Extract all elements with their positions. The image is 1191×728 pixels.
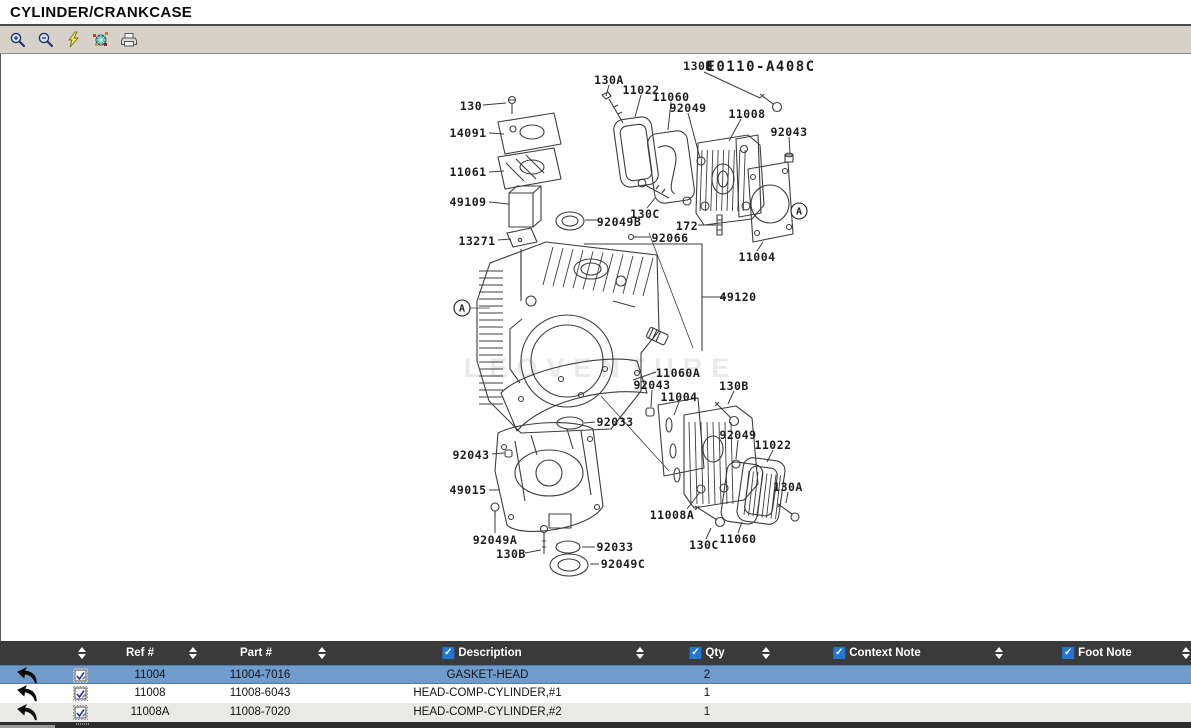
ref-number: 11008 — [100, 684, 200, 703]
undo-icon[interactable] — [15, 685, 41, 702]
quantity: 1 — [670, 684, 744, 703]
context-note — [800, 703, 954, 722]
column-header-description: ✓ Description — [442, 641, 521, 665]
table-row[interactable]: 11008 11008-6043 HEAD-COMP-CYLINDER,#1 1 — [0, 684, 1191, 703]
sort-button[interactable] — [78, 647, 86, 659]
column-label: Foot Note — [1078, 647, 1132, 659]
column-header-qty: ✓ Qty — [689, 641, 724, 665]
sort-button[interactable] — [318, 647, 326, 659]
callout-letter: A — [459, 304, 465, 315]
part-label-130C[interactable]: 130C — [689, 538, 719, 552]
undo-icon[interactable] — [15, 667, 41, 684]
column-label: Ref # — [126, 647, 154, 659]
undo-icon[interactable] — [15, 704, 41, 721]
zoom-in-icon[interactable] — [7, 30, 27, 50]
foot-note — [1020, 684, 1174, 703]
part-label-92043[interactable]: 92043 — [770, 125, 807, 139]
part-label-11022[interactable]: 11022 — [754, 438, 791, 452]
part-label-130[interactable]: 130 — [460, 99, 482, 113]
part-label-11008[interactable]: 11008 — [728, 107, 765, 121]
quantity: 1 — [670, 703, 744, 722]
part-label-92049[interactable]: 92049 — [719, 428, 756, 442]
part-label-92033[interactable]: 92033 — [596, 415, 633, 429]
column-label: Description — [458, 647, 521, 659]
callout-letter: A — [796, 207, 802, 218]
diagram-toolbar — [0, 26, 1191, 54]
description: GASKET-HEAD — [380, 666, 595, 685]
part-label-11061[interactable]: 11061 — [449, 165, 486, 179]
parts-table-header: Ref # Part # ✓ Description ✓ Qty ✓ Context Note… — [0, 641, 1191, 665]
sort-button[interactable] — [189, 647, 197, 659]
title-bar: CYLINDER/CRANKCASE — [0, 0, 1191, 26]
description: HEAD-COMP-CYLINDER,#2 — [380, 703, 595, 722]
sort-button[interactable] — [995, 647, 1003, 659]
select-part-icon[interactable] — [73, 686, 89, 701]
foot-note — [1020, 703, 1174, 722]
column-checkbox[interactable]: ✓ — [1062, 647, 1074, 659]
part-number: 11008-6043 — [205, 684, 315, 703]
part-label-92043[interactable]: 92043 — [452, 448, 489, 462]
column-header-ref-: Ref # — [126, 641, 154, 665]
part-number: 11004-7016 — [205, 666, 315, 685]
part-label-130A[interactable]: 130A — [594, 73, 624, 87]
column-label: Qty — [705, 647, 724, 659]
page-title: CYLINDER/CRANKCASE — [10, 4, 192, 21]
quantity: 2 — [670, 666, 744, 685]
part-label-130B[interactable]: 130B — [496, 547, 526, 561]
column-checkbox[interactable]: ✓ — [689, 647, 701, 659]
ref-number: 11008A — [100, 703, 200, 722]
select-part-icon[interactable] — [73, 705, 89, 720]
column-checkbox[interactable]: ✓ — [833, 647, 845, 659]
table-row[interactable]: 11004 11004-7016 GASKET-HEAD 2 — [0, 665, 1191, 684]
part-label-11060[interactable]: 11060 — [719, 532, 756, 546]
part-label-49109[interactable]: 49109 — [449, 195, 486, 209]
part-label-92033[interactable]: 92033 — [596, 540, 633, 554]
part-label-49015[interactable]: 49015 — [449, 483, 486, 497]
column-header-part-: Part # — [240, 641, 272, 665]
sort-button[interactable] — [762, 647, 770, 659]
description: HEAD-COMP-CYLINDER,#1 — [380, 684, 595, 703]
partial-next-row — [0, 722, 1191, 728]
print-icon[interactable] — [119, 30, 139, 50]
flash-redraw-icon[interactable] — [63, 30, 83, 50]
column-header-context-note: ✓ Context Note — [833, 641, 921, 665]
part-label-130B[interactable]: 130B — [719, 379, 749, 393]
sort-button[interactable] — [636, 647, 644, 659]
zoom-out-icon[interactable] — [35, 30, 55, 50]
select-part-icon[interactable] — [73, 668, 89, 683]
column-header-foot-note: ✓ Foot Note — [1062, 641, 1132, 665]
parts-table: Ref # Part # ✓ Description ✓ Qty ✓ Context Note… — [0, 641, 1191, 728]
hotspot-map-icon[interactable] — [91, 30, 111, 50]
part-label-92049C[interactable]: 92049C — [601, 557, 646, 571]
part-label-130C[interactable]: 130C — [630, 207, 660, 221]
exploded-parts-diagram: LEOVENTURE — [1, 54, 1191, 641]
part-label-E0110-A408C: E0110-A408C — [706, 59, 815, 75]
part-label-130A[interactable]: 130A — [773, 480, 803, 494]
ref-number: 11004 — [100, 666, 200, 685]
part-label-92049[interactable]: 92049 — [669, 101, 706, 115]
part-label-11008A[interactable]: 11008A — [650, 508, 695, 522]
part-label-11004[interactable]: 11004 — [738, 250, 775, 264]
part-label-14091[interactable]: 14091 — [449, 126, 486, 140]
column-label: Part # — [240, 647, 272, 659]
column-checkbox[interactable]: ✓ — [442, 647, 454, 659]
sort-button[interactable] — [1182, 647, 1190, 659]
foot-note — [1020, 666, 1174, 685]
part-label-13271[interactable]: 13271 — [458, 234, 495, 248]
column-label: Context Note — [849, 647, 921, 659]
diagram-canvas: LEOVENTURE — [0, 54, 1191, 641]
part-label-49120[interactable]: 49120 — [719, 290, 756, 304]
table-row[interactable]: 11008A 11008-7020 HEAD-COMP-CYLINDER,#2 1 — [0, 703, 1191, 722]
context-note — [800, 684, 954, 703]
part-number: 11008-7020 — [205, 703, 315, 722]
context-note — [800, 666, 954, 685]
part-label-92066[interactable]: 92066 — [651, 231, 688, 245]
part-label-92049A[interactable]: 92049A — [473, 533, 518, 547]
part-label-11004[interactable]: 11004 — [660, 390, 697, 404]
